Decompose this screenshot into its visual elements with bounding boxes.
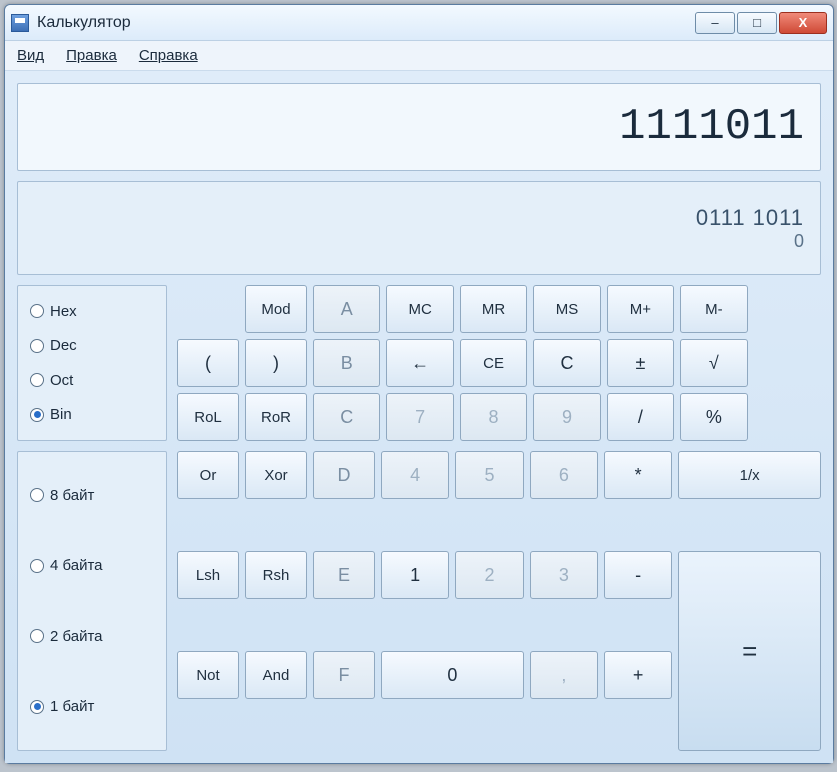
word-radios: 8 байт 4 байта 2 байта 1 байт	[17, 451, 167, 751]
ms-button[interactable]: MS	[533, 285, 600, 333]
radio-bin[interactable]: Bin	[30, 398, 154, 433]
radio-label: 4 байта	[50, 557, 103, 574]
radio-icon	[30, 629, 44, 643]
bottom-buttons: Or Xor D 4 5 6 * 1/x Lsh Rsh E 1 2 3 -	[177, 451, 821, 751]
radio-1byte[interactable]: 1 байт	[30, 672, 154, 743]
ror-button[interactable]: RoR	[245, 393, 307, 441]
percent-button[interactable]: %	[680, 393, 747, 441]
or-button[interactable]: Or	[177, 451, 239, 499]
backspace-button[interactable]: ←	[386, 339, 453, 387]
radio-icon	[30, 408, 44, 422]
radio-4byte[interactable]: 4 байта	[30, 531, 154, 602]
and-button[interactable]: And	[245, 651, 307, 699]
digit-4-button: 4	[381, 451, 449, 499]
sqrt-button[interactable]: √	[680, 339, 747, 387]
top-buttons: Mod A MC MR MS M+ M- ( ) B ← CE C	[177, 285, 821, 441]
not-button[interactable]: Not	[177, 651, 239, 699]
inverse-button[interactable]: 1/x	[678, 451, 821, 499]
hex-a-button: A	[313, 285, 380, 333]
lparen-button[interactable]: (	[177, 339, 239, 387]
mc-button[interactable]: MC	[386, 285, 453, 333]
digit-5-button: 5	[455, 451, 523, 499]
digit-7-button: 7	[386, 393, 453, 441]
radio-label: Dec	[50, 337, 77, 354]
result-display: 1111011	[17, 83, 821, 171]
plusminus-button[interactable]: ±	[607, 339, 674, 387]
radio-dec[interactable]: Dec	[30, 329, 154, 364]
digit-1-button[interactable]: 1	[381, 551, 449, 599]
radio-label: Bin	[50, 406, 72, 423]
multiply-button[interactable]: *	[604, 451, 672, 499]
keypad-area: Hex Dec Oct Bin Mod A MC MR MS M+ M-	[17, 285, 821, 751]
clear-button[interactable]: C	[533, 339, 600, 387]
digit-9-button: 9	[533, 393, 600, 441]
hex-e-button: E	[313, 551, 375, 599]
menu-view-label: Вид	[17, 47, 44, 64]
window-controls: – □ X	[695, 12, 827, 34]
mplus-button[interactable]: M+	[607, 285, 674, 333]
window-title: Калькулятор	[37, 14, 695, 32]
mminus-button[interactable]: M-	[680, 285, 747, 333]
digit-2-button: 2	[455, 551, 523, 599]
radio-icon	[30, 339, 44, 353]
digit-0-button[interactable]: 0	[381, 651, 524, 699]
add-button[interactable]: +	[604, 651, 672, 699]
bits-row-2: 0	[794, 231, 804, 252]
menu-edit[interactable]: Правка	[66, 47, 117, 64]
client-area: 1111011 0111 1011 0 Hex Dec Oct Bin Mod …	[5, 71, 833, 763]
menu-edit-label: Правка	[66, 47, 117, 64]
radio-8byte[interactable]: 8 байт	[30, 460, 154, 531]
mod-button[interactable]: Mod	[245, 285, 307, 333]
subtract-button[interactable]: -	[604, 551, 672, 599]
radio-label: Hex	[50, 303, 77, 320]
digit-6-button: 6	[530, 451, 598, 499]
radio-oct[interactable]: Oct	[30, 363, 154, 398]
radio-label: 1 байт	[50, 698, 94, 715]
radio-icon	[30, 700, 44, 714]
hex-d-button: D	[313, 451, 375, 499]
radio-hex[interactable]: Hex	[30, 294, 154, 329]
menu-help-label: Справка	[139, 47, 198, 64]
rparen-button[interactable]: )	[245, 339, 307, 387]
menubar: Вид Правка Справка	[5, 41, 833, 71]
menu-view[interactable]: Вид	[17, 47, 44, 64]
bits-display: 0111 1011 0	[17, 181, 821, 275]
radio-icon	[30, 488, 44, 502]
lsh-button[interactable]: Lsh	[177, 551, 239, 599]
radio-icon	[30, 304, 44, 318]
divide-button[interactable]: /	[607, 393, 674, 441]
digit-8-button: 8	[460, 393, 527, 441]
bits-row-1: 0111 1011	[696, 205, 804, 231]
spacer	[177, 285, 239, 333]
radio-label: 2 байта	[50, 628, 103, 645]
close-button[interactable]: X	[779, 12, 827, 34]
menu-help[interactable]: Справка	[139, 47, 198, 64]
digit-3-button: 3	[530, 551, 598, 599]
decimal-button: ,	[530, 651, 598, 699]
rol-button[interactable]: RoL	[177, 393, 239, 441]
top-block: Hex Dec Oct Bin Mod A MC MR MS M+ M-	[17, 285, 821, 441]
calculator-window: Калькулятор – □ X Вид Правка Справка 111…	[4, 4, 834, 764]
mr-button[interactable]: MR	[460, 285, 527, 333]
radio-icon	[30, 373, 44, 387]
bottom-block: 8 байт 4 байта 2 байта 1 байт Or Xor D 4…	[17, 451, 821, 751]
rsh-button[interactable]: Rsh	[245, 551, 307, 599]
hex-c-button: C	[313, 393, 380, 441]
hex-b-button: B	[313, 339, 380, 387]
radio-label: 8 байт	[50, 487, 94, 504]
hex-f-button: F	[313, 651, 375, 699]
minimize-button[interactable]: –	[695, 12, 735, 34]
titlebar: Калькулятор – □ X	[5, 5, 833, 41]
radio-2byte[interactable]: 2 байта	[30, 601, 154, 672]
radio-icon	[30, 559, 44, 573]
app-icon	[11, 14, 29, 32]
radio-label: Oct	[50, 372, 73, 389]
base-radios: Hex Dec Oct Bin	[17, 285, 167, 441]
xor-button[interactable]: Xor	[245, 451, 307, 499]
maximize-button[interactable]: □	[737, 12, 777, 34]
equals-button[interactable]: =	[678, 551, 821, 751]
ce-button[interactable]: CE	[460, 339, 527, 387]
